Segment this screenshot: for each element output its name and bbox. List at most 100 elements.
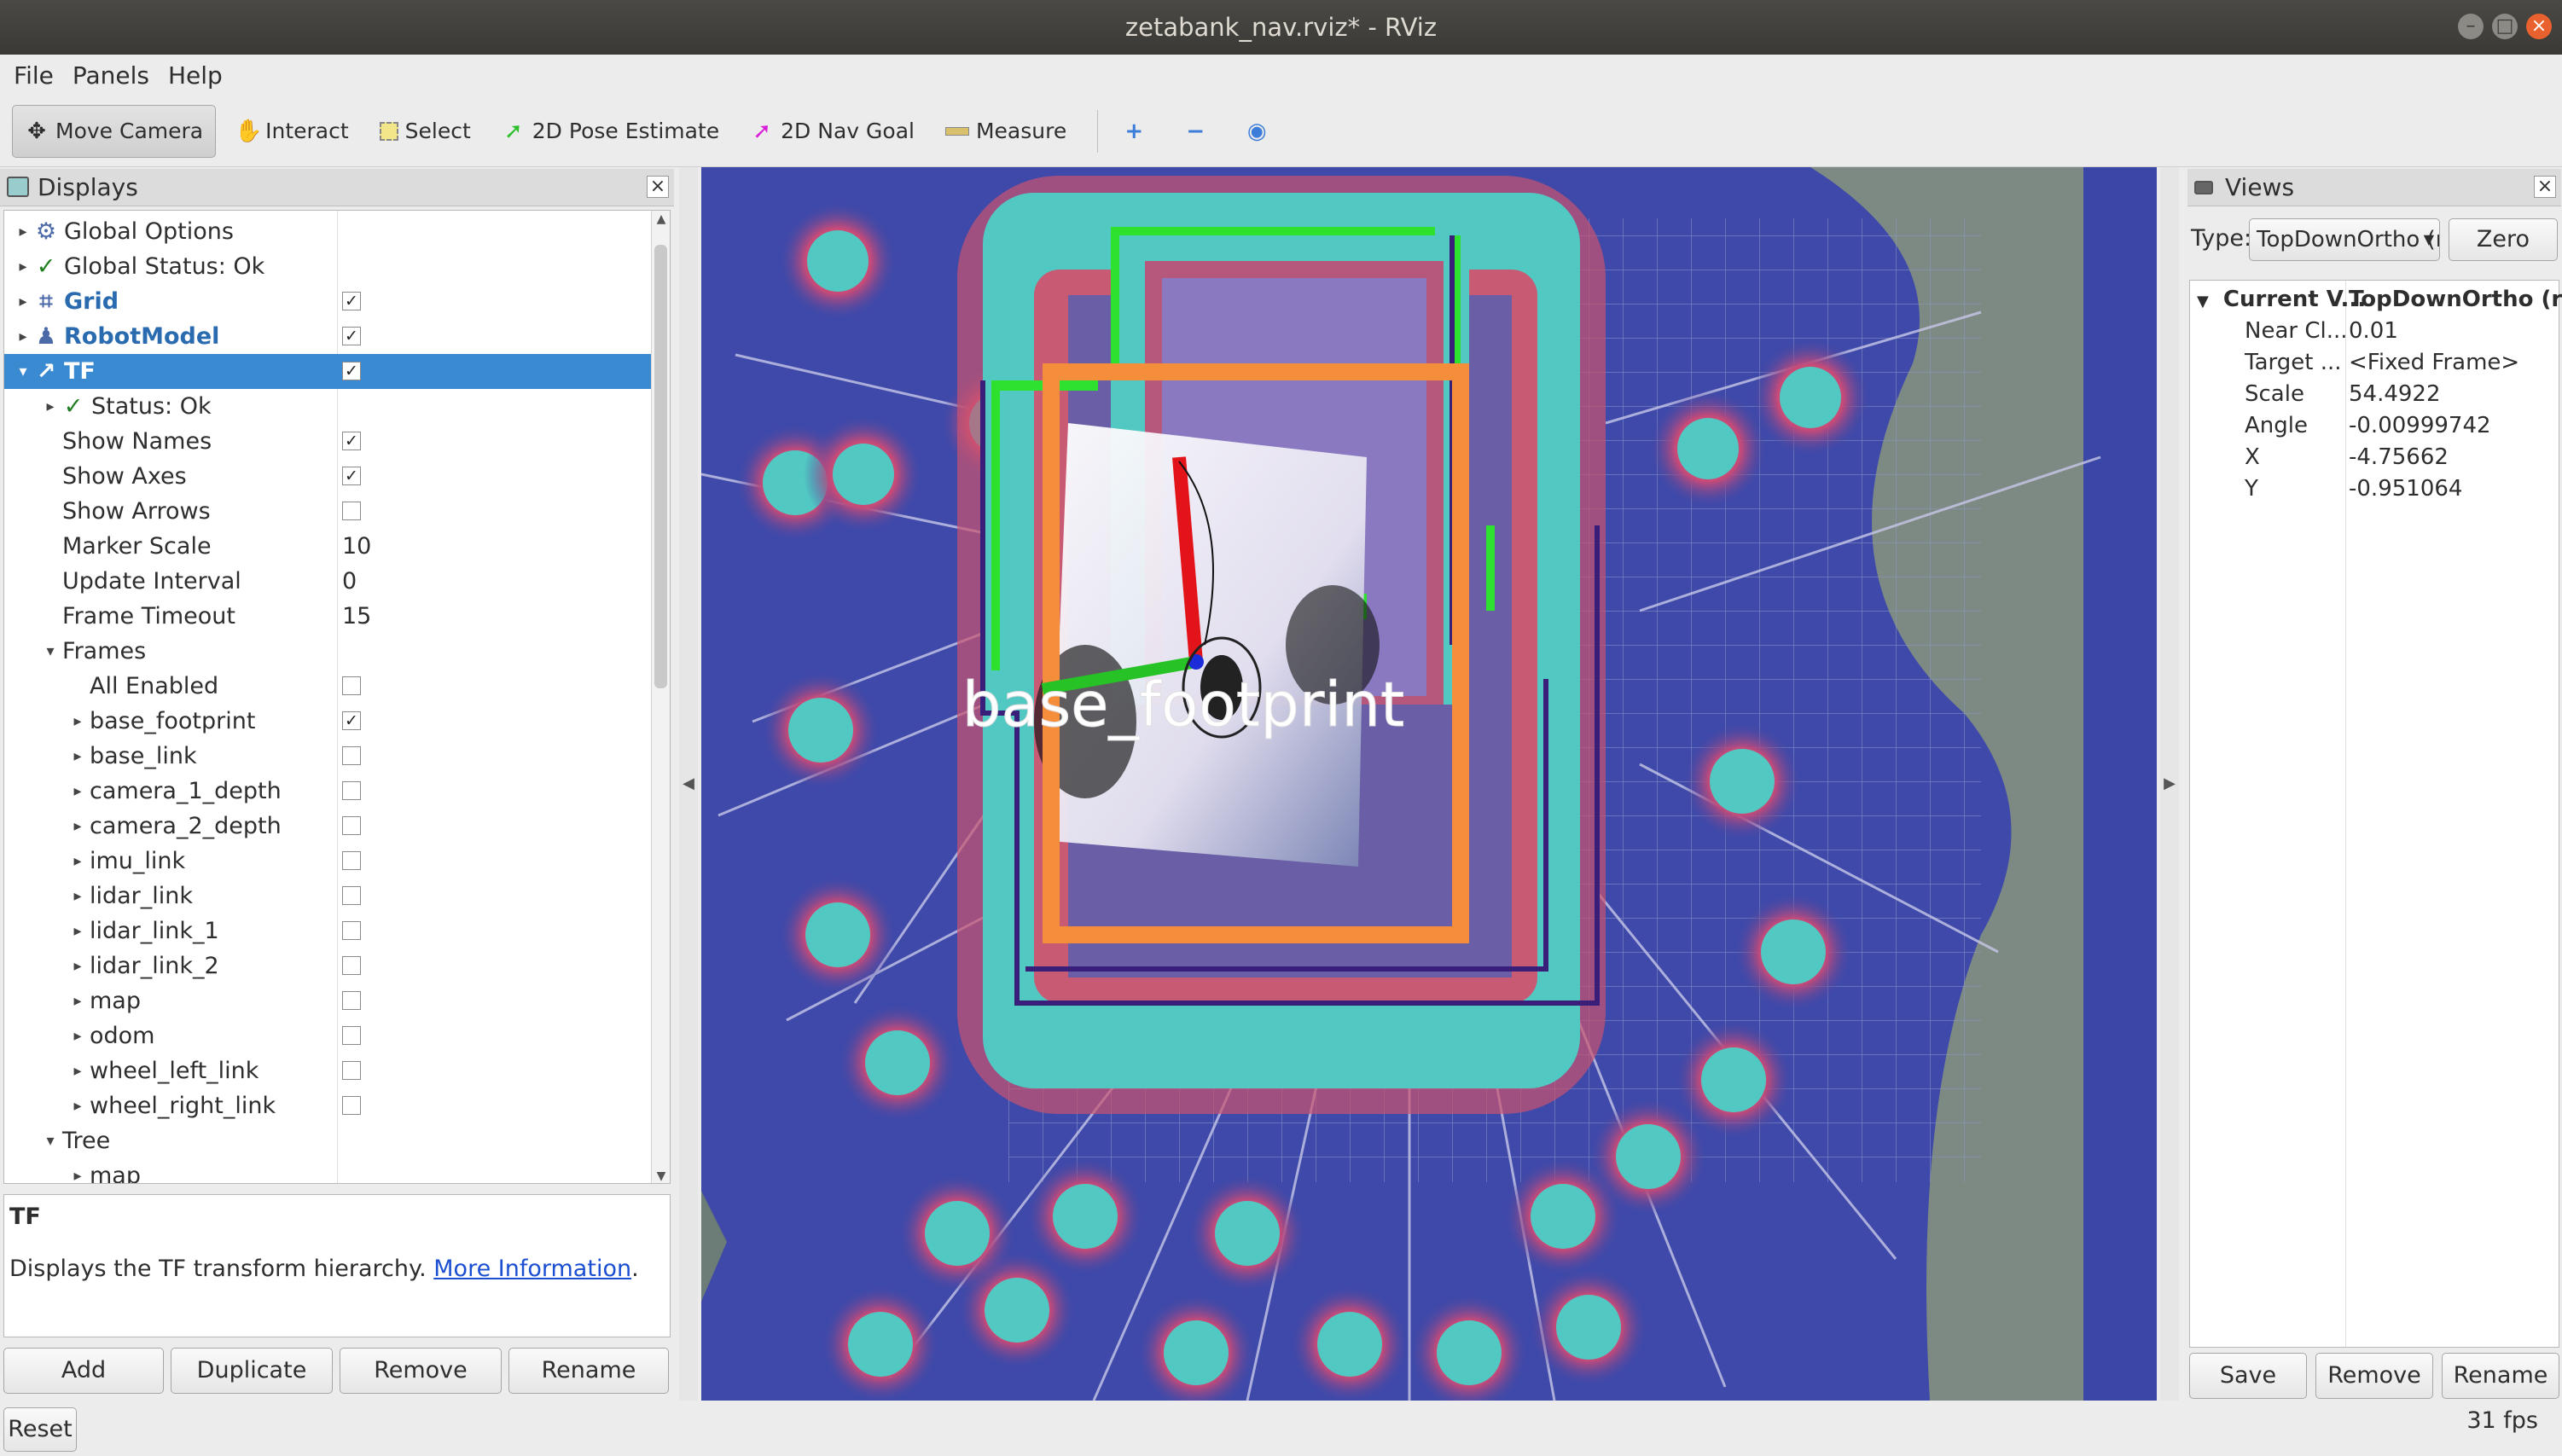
scroll-down-icon[interactable]: ▼: [652, 1169, 670, 1183]
view-property-value[interactable]: 54.4922: [2349, 379, 2441, 410]
measure-button[interactable]: Measure: [933, 105, 1078, 158]
save-view-button[interactable]: Save: [2189, 1353, 2307, 1399]
collapsed-arrow-icon[interactable]: ▸: [69, 844, 86, 879]
remove-view-button[interactable]: Remove: [2315, 1353, 2433, 1399]
display-row[interactable]: ▸ map: [4, 1158, 653, 1183]
collapsed-arrow-icon[interactable]: ▸: [69, 948, 86, 983]
view-property-value[interactable]: -0.00999742: [2349, 410, 2491, 442]
display-row[interactable]: All Enabled: [4, 669, 653, 704]
collapsed-arrow-icon[interactable]: ▸: [69, 1018, 86, 1053]
enable-checkbox[interactable]: ✓: [342, 711, 361, 730]
display-row[interactable]: ▸ ⚙ Global Options: [4, 214, 653, 249]
enable-checkbox[interactable]: [342, 1096, 361, 1115]
add-tool-button[interactable]: +: [1110, 105, 1165, 158]
2d-pose-estimate-button[interactable]: ➚ 2D Pose Estimate: [490, 105, 731, 158]
view-property-value[interactable]: <Fixed Frame>: [2349, 347, 2519, 379]
enable-checkbox[interactable]: [342, 676, 361, 695]
close-views-icon[interactable]: ×: [2534, 176, 2556, 198]
menu-panels[interactable]: Panels: [73, 61, 149, 90]
view-property-value[interactable]: -0.951064: [2349, 473, 2462, 505]
property-value[interactable]: 10: [342, 529, 371, 564]
scroll-up-icon[interactable]: ▲: [652, 212, 670, 226]
interact-button[interactable]: ✋ Interact: [223, 105, 361, 158]
collapsed-arrow-icon[interactable]: ▸: [69, 809, 86, 844]
remove-tool-button[interactable]: −: [1171, 105, 1226, 158]
add-button[interactable]: Add: [3, 1348, 164, 1394]
maximize-icon[interactable]: □: [2492, 14, 2518, 39]
display-row[interactable]: Update Interval 0: [4, 564, 653, 599]
display-row[interactable]: ▸ camera_2_depth: [4, 809, 653, 844]
display-row[interactable]: Show Axes ✓: [4, 459, 653, 494]
collapsed-arrow-icon[interactable]: ▸: [69, 1158, 86, 1183]
view-property-value[interactable]: -4.75662: [2349, 442, 2449, 473]
render-viewport[interactable]: base_footprint: [701, 167, 2157, 1401]
enable-checkbox[interactable]: [342, 1026, 361, 1045]
display-row[interactable]: Show Arrows: [4, 494, 653, 529]
collapsed-arrow-icon[interactable]: ▸: [15, 319, 32, 354]
display-row[interactable]: ▸ lidar_link: [4, 879, 653, 914]
enable-checkbox[interactable]: [342, 1061, 361, 1080]
duplicate-button[interactable]: Duplicate: [171, 1348, 333, 1394]
2d-nav-goal-button[interactable]: ➚ 2D Nav Goal: [738, 105, 927, 158]
enable-checkbox[interactable]: ✓: [342, 362, 361, 380]
menu-file[interactable]: File: [14, 61, 54, 90]
display-row[interactable]: ▸ map: [4, 983, 653, 1018]
display-row[interactable]: ▾ Tree: [4, 1123, 653, 1158]
collapsed-arrow-icon[interactable]: ▸: [15, 214, 32, 249]
enable-checkbox[interactable]: [342, 502, 361, 520]
enable-checkbox[interactable]: ✓: [342, 327, 361, 345]
tree-scrollbar[interactable]: ▲ ▼: [651, 211, 670, 1183]
enable-checkbox[interactable]: [342, 746, 361, 765]
display-row[interactable]: ▸ imu_link: [4, 844, 653, 879]
enable-checkbox[interactable]: [342, 851, 361, 870]
display-row[interactable]: ▸ ⌗ Grid ✓: [4, 284, 653, 319]
left-collapse-handle[interactable]: ◀: [679, 167, 698, 1401]
display-row[interactable]: ▸ odom: [4, 1018, 653, 1053]
collapsed-arrow-icon[interactable]: ▸: [15, 249, 32, 284]
right-collapse-handle[interactable]: ▶: [2160, 167, 2179, 1401]
enable-checkbox[interactable]: [342, 816, 361, 835]
enable-checkbox[interactable]: [342, 991, 361, 1010]
property-value[interactable]: 15: [342, 599, 371, 634]
collapsed-arrow-icon[interactable]: ▸: [69, 704, 86, 739]
scrollbar-thumb[interactable]: [654, 245, 667, 688]
display-row[interactable]: ▾ ↗ TF ✓: [4, 354, 653, 389]
property-value[interactable]: 0: [342, 564, 357, 599]
reset-button[interactable]: Reset: [3, 1407, 77, 1452]
display-row[interactable]: ▸ lidar_link_2: [4, 948, 653, 983]
minimize-icon[interactable]: –: [2458, 14, 2484, 39]
collapsed-arrow-icon[interactable]: ▸: [69, 1053, 86, 1088]
collapsed-arrow-icon[interactable]: ▸: [69, 774, 86, 809]
more-information-link[interactable]: More Information: [433, 1256, 631, 1282]
display-row[interactable]: ▸ base_link: [4, 739, 653, 774]
collapsed-arrow-icon[interactable]: ▸: [15, 284, 32, 319]
display-row[interactable]: ▸ ♟ RobotModel ✓: [4, 319, 653, 354]
collapsed-arrow-icon[interactable]: ▸: [69, 1088, 86, 1123]
collapsed-arrow-icon[interactable]: ▸: [69, 739, 86, 774]
enable-checkbox[interactable]: [342, 921, 361, 940]
move-camera-button[interactable]: ✥ Move Camera: [12, 104, 217, 158]
view-properties[interactable]: ▼ Current V... TopDownOrtho (rviz) Near …: [2189, 280, 2562, 1348]
display-row[interactable]: Marker Scale 10: [4, 529, 653, 564]
enable-checkbox[interactable]: ✓: [342, 292, 361, 310]
expanded-arrow-icon[interactable]: ▾: [15, 354, 32, 389]
display-row[interactable]: ▸ camera_1_depth: [4, 774, 653, 809]
collapsed-arrow-icon[interactable]: ▸: [69, 879, 86, 914]
display-row[interactable]: ▸ base_footprint ✓: [4, 704, 653, 739]
display-row[interactable]: ▸ wheel_right_link: [4, 1088, 653, 1123]
collapsed-arrow-icon[interactable]: ▸: [69, 914, 86, 948]
view-property-value[interactable]: 0.01: [2349, 316, 2398, 347]
enable-checkbox[interactable]: [342, 886, 361, 905]
view-type-combo[interactable]: TopDownOrtho (rviz) ▼: [2249, 218, 2440, 261]
display-row[interactable]: Frame Timeout 15: [4, 599, 653, 634]
collapsed-arrow-icon[interactable]: ▸: [42, 389, 59, 424]
collapsed-arrow-icon[interactable]: ▸: [69, 983, 86, 1018]
display-row[interactable]: ▸ lidar_link_1: [4, 914, 653, 948]
current-view-row[interactable]: ▼ Current V...: [2197, 284, 2366, 316]
expanded-arrow-icon[interactable]: ▾: [42, 1123, 59, 1158]
remove-display-button[interactable]: Remove: [340, 1348, 502, 1394]
menu-help[interactable]: Help: [168, 61, 223, 90]
displays-tree[interactable]: ▸ ⚙ Global Options ▸ ✓ Global Status: Ok ▸ ⌗ Gri…: [3, 210, 671, 1184]
expanded-arrow-icon[interactable]: ▾: [42, 634, 59, 669]
rename-display-button[interactable]: Rename: [508, 1348, 669, 1394]
